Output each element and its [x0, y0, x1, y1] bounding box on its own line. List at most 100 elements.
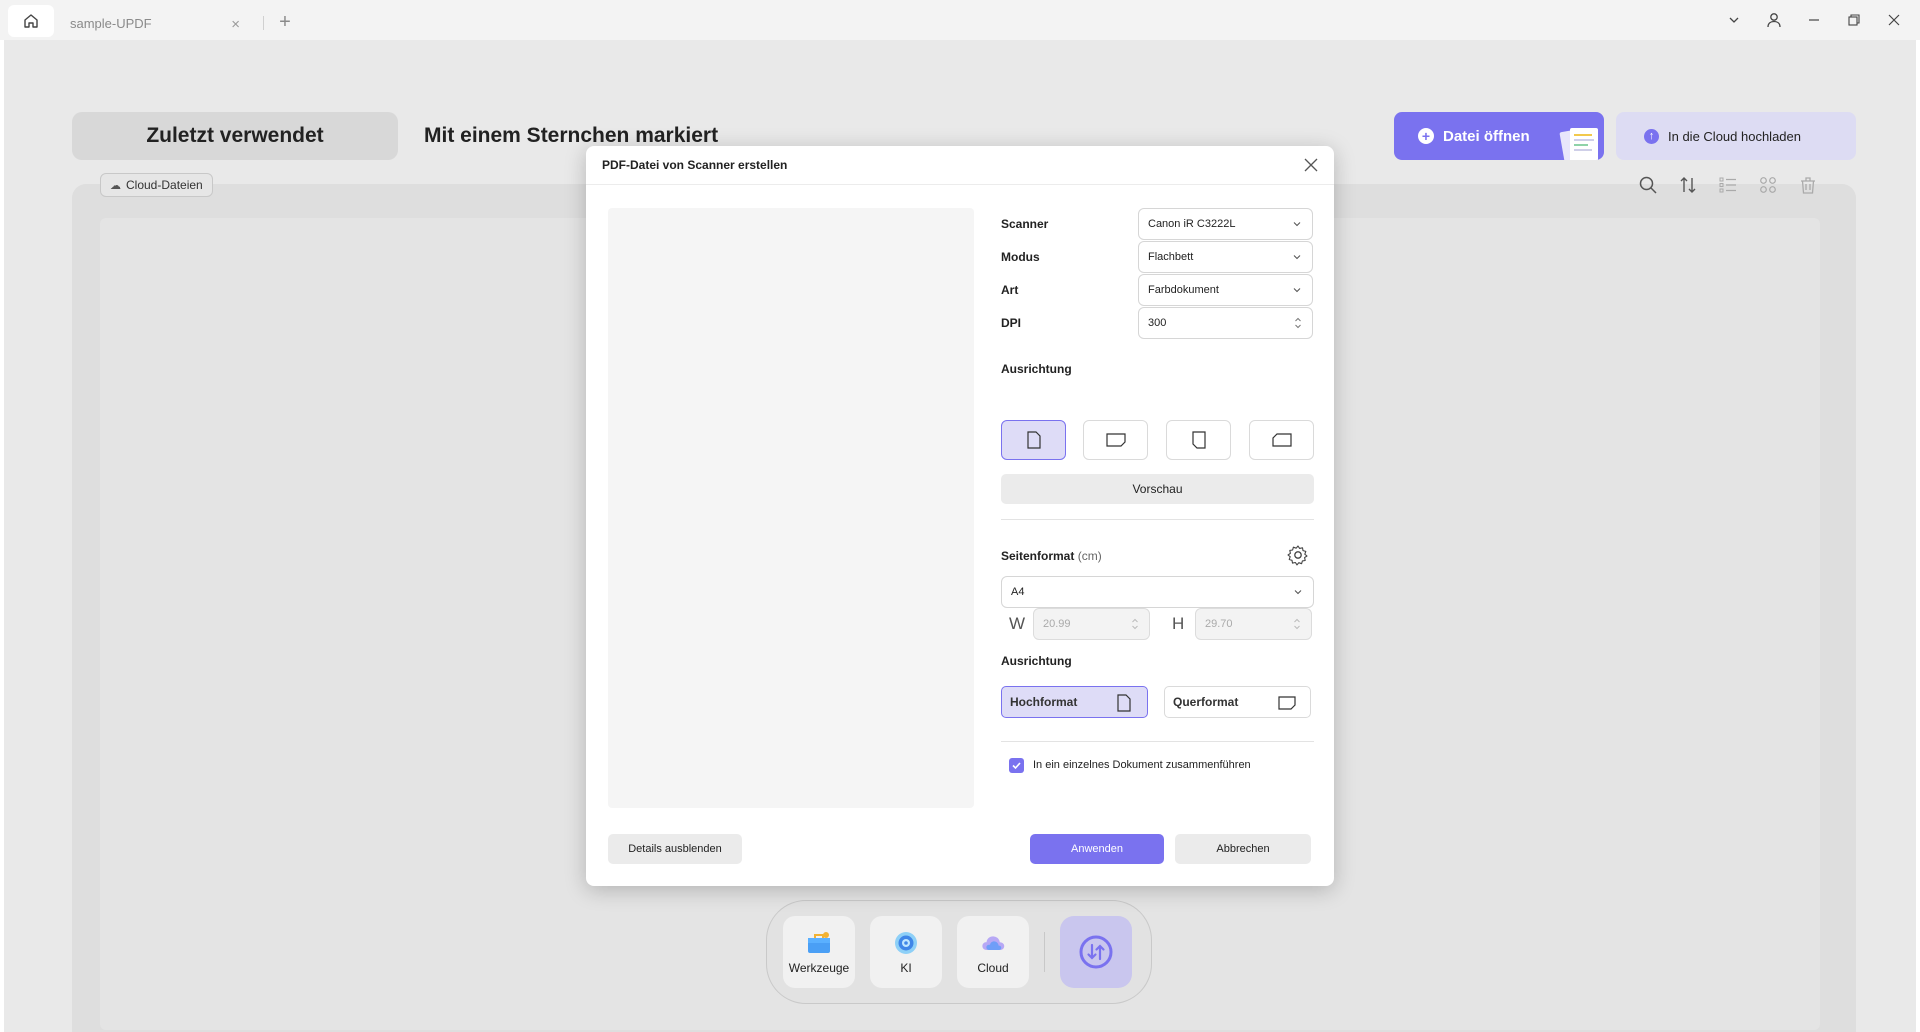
dropdown-button[interactable]	[1714, 0, 1754, 40]
grid-view-button[interactable]	[1748, 170, 1788, 200]
mode-select[interactable]: Flachbett	[1138, 241, 1313, 273]
cloud-files-filter[interactable]: ☁ Cloud-Dateien	[100, 173, 213, 197]
scanner-label: Scanner	[1001, 217, 1049, 231]
view-toolbar	[1628, 170, 1828, 200]
dpi-stepper[interactable]: 300	[1138, 307, 1313, 339]
width-input[interactable]: 20.99	[1033, 608, 1150, 640]
spinner-icon	[1132, 618, 1138, 630]
sort-icon	[1680, 177, 1696, 193]
orientation-button-group	[1001, 420, 1314, 460]
toolbox-icon	[808, 931, 830, 953]
scanner-value: Canon iR C3222L	[1148, 218, 1236, 230]
orientation2-section-label: Ausrichtung	[1001, 654, 1072, 668]
merge-checkbox-row[interactable]: In ein einzelnes Dokument zusammenführen	[1009, 756, 1251, 774]
orientation-portrait-button[interactable]	[1001, 420, 1066, 460]
scanner-row: Scanner Canon iR C3222L	[1001, 208, 1314, 240]
page-size-select[interactable]: A4	[1001, 576, 1314, 608]
scanner-select[interactable]: Canon iR C3222L	[1138, 208, 1313, 240]
page-format-title: Seitenformat	[1001, 549, 1075, 563]
chevron-down-icon	[1293, 222, 1301, 227]
dock-item-label: KI	[900, 960, 912, 975]
cloud-upload-button[interactable]: ↑ In die Cloud hochladen	[1616, 112, 1856, 160]
dock-item-ai[interactable]: KI	[870, 916, 942, 988]
search-icon	[1639, 176, 1657, 194]
close-icon[interactable]	[1302, 156, 1320, 174]
open-file-button[interactable]: + Datei öffnen	[1394, 112, 1604, 160]
orientation-section-label: Ausrichtung	[1001, 362, 1072, 376]
gear-icon[interactable]	[1287, 544, 1309, 566]
spinner-icon[interactable]	[1294, 315, 1302, 331]
convert-icon	[1079, 935, 1113, 969]
rotated-page-left-icon	[1271, 433, 1292, 447]
orientation-rotate-right-button[interactable]	[1083, 420, 1148, 460]
open-file-label: Datei öffnen	[1443, 127, 1530, 145]
checkmark-icon	[1012, 761, 1021, 769]
mode-label: Modus	[1001, 250, 1040, 264]
list-view-button[interactable]	[1708, 170, 1748, 200]
tab-title: sample-UPDF	[70, 15, 152, 31]
page-format-unit: (cm)	[1077, 549, 1102, 563]
window-controls	[1714, 0, 1914, 40]
dock-item-cloud[interactable]: Cloud	[957, 916, 1029, 988]
mode-row: Modus Flachbett	[1001, 241, 1314, 273]
chevron-down-icon	[1293, 288, 1301, 293]
landscape-format-button[interactable]: Querformat	[1164, 686, 1311, 718]
cloud-icon: ☁	[110, 179, 121, 192]
portrait-format-button[interactable]: Hochformat	[1001, 686, 1148, 718]
tab-separator	[263, 16, 264, 30]
restore-button[interactable]	[1834, 0, 1874, 40]
dpi-value: 300	[1148, 317, 1167, 329]
page-size-value: A4	[1011, 586, 1025, 598]
trash-button[interactable]	[1788, 170, 1828, 200]
dock-item-tools[interactable]: Werkzeuge	[783, 916, 855, 988]
hide-details-button[interactable]: Details ausblenden	[608, 834, 742, 864]
dpi-label: DPI	[1001, 316, 1022, 330]
cancel-button[interactable]: Abbrechen	[1175, 834, 1311, 864]
upside-down-page-icon	[1191, 431, 1206, 449]
portrait-format-label: Hochformat	[1010, 695, 1078, 709]
merge-checkbox[interactable]	[1009, 757, 1024, 773]
chevron-down-icon	[1294, 590, 1302, 595]
scan-preview-area	[608, 208, 974, 808]
apply-button[interactable]: Anwenden	[1030, 834, 1164, 864]
close-window-button[interactable]	[1874, 0, 1914, 40]
search-button[interactable]	[1628, 170, 1668, 200]
merge-label: In ein einzelnes Dokument zusammenführen	[1033, 759, 1251, 771]
orientation-rotate-left-button[interactable]	[1249, 420, 1314, 460]
tab-recent[interactable]: Zuletzt verwendet	[72, 112, 398, 160]
portrait-page-icon	[1026, 431, 1041, 449]
sort-button[interactable]	[1668, 170, 1708, 200]
page-format-label: Seitenformat (cm)	[1001, 549, 1102, 563]
type-row: Art Farbdokument	[1001, 274, 1314, 306]
close-icon	[1888, 14, 1900, 26]
documents-illustration-icon	[1559, 128, 1598, 160]
home-button[interactable]	[8, 5, 54, 37]
portrait-page-icon	[1117, 694, 1131, 712]
dock-item-label: Cloud	[977, 960, 1009, 975]
mode-value: Flachbett	[1148, 251, 1194, 263]
bottom-dock: Werkzeuge KI Cloud	[766, 900, 1152, 1004]
type-label: Art	[1001, 283, 1019, 297]
dialog-title: PDF-Datei von Scanner erstellen	[602, 158, 788, 172]
ai-icon	[895, 931, 917, 954]
cloud-upload-label: In die Cloud hochladen	[1668, 128, 1801, 144]
minimize-button[interactable]	[1794, 0, 1834, 40]
type-select[interactable]: Farbdokument	[1138, 274, 1313, 306]
user-icon	[1767, 13, 1781, 28]
list-view-icon	[1719, 177, 1736, 193]
account-button[interactable]	[1754, 0, 1794, 40]
upload-icon: ↑	[1644, 128, 1659, 144]
document-tab[interactable]: sample-UPDF ×	[54, 6, 264, 40]
height-input[interactable]: 29.70	[1195, 608, 1312, 640]
orientation-upside-down-button[interactable]	[1166, 420, 1231, 460]
preview-button[interactable]: Vorschau	[1001, 474, 1314, 504]
tab-close-icon[interactable]: ×	[231, 16, 240, 33]
dock-action-button[interactable]	[1060, 916, 1132, 988]
cloud-icon	[982, 935, 1005, 950]
title-bar: sample-UPDF × +	[0, 0, 1920, 40]
height-value: 29.70	[1205, 618, 1233, 630]
section-divider	[1001, 519, 1314, 520]
dialog-divider	[586, 184, 1334, 185]
plus-icon: +	[1418, 128, 1434, 144]
new-tab-button[interactable]: +	[268, 5, 302, 39]
